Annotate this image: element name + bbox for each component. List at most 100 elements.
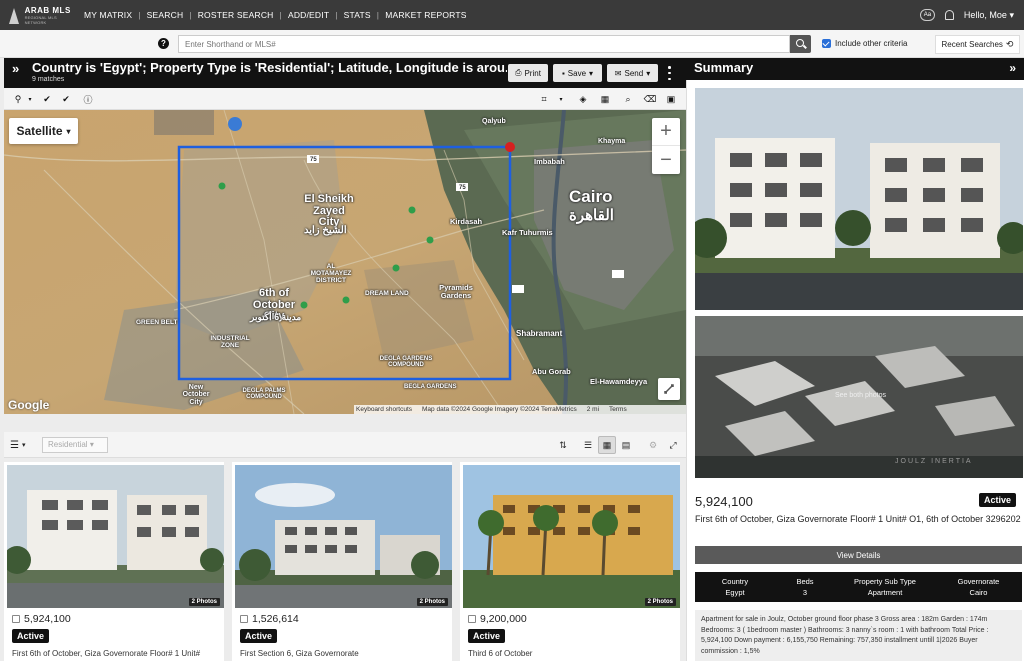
double-check-icon[interactable]: ✔ xyxy=(60,93,72,105)
expand-icon[interactable]: ⤢ xyxy=(664,436,682,454)
zoom-out-button[interactable]: − xyxy=(652,146,680,174)
map-data-credit: Map data ©2024 Google Imagery ©2024 Terr… xyxy=(422,406,577,413)
display-menu[interactable]: ☰ ▾ xyxy=(10,437,38,453)
document-icon[interactable]: ▤ xyxy=(617,436,635,454)
town-label: Imbabah xyxy=(534,157,565,166)
map-pin-icon[interactable]: ⚲ xyxy=(12,93,24,105)
status-badge: Active xyxy=(468,629,506,643)
summary-address: First 6th of October, Giza Governorate F… xyxy=(695,514,1021,524)
fact-label: Governorate xyxy=(957,577,1000,586)
listing-card[interactable]: 2 Photos 9,200,000 Active Third 6 of Oct… xyxy=(460,462,680,661)
brand-name: ARAB MLS xyxy=(24,5,71,15)
save-icon: ▪ xyxy=(561,68,565,78)
include-other-checkbox[interactable] xyxy=(822,39,831,48)
district-label: AL MOTAMAYEZ DISTRICT xyxy=(310,263,352,284)
list-view-icon[interactable]: ☰ xyxy=(579,436,597,454)
settings-icon[interactable]: ⚙ xyxy=(644,436,662,454)
save-button[interactable]: ▪ Save ▾ xyxy=(553,64,602,82)
search-input[interactable] xyxy=(178,35,790,53)
satellite-imagery xyxy=(4,110,686,414)
nav-market-reports[interactable]: MARKET REPORTS xyxy=(379,10,472,20)
road-number: 75 xyxy=(310,157,317,163)
history-icon: ⟲ xyxy=(1005,39,1014,49)
nav-search[interactable]: SEARCH xyxy=(141,10,190,20)
zoom-in-button[interactable]: + xyxy=(652,118,680,146)
summary-photo-main[interactable] xyxy=(695,88,1023,310)
caret-down-icon: ▾ xyxy=(589,68,594,78)
listing-photo[interactable]: 2 Photos xyxy=(463,465,680,608)
status-badge: Active xyxy=(12,629,50,643)
nav-right: Aa Hello, Moe ▾ xyxy=(919,0,1014,30)
caret-down-icon[interactable]: ▾ xyxy=(24,93,36,105)
zoom-search-icon[interactable]: ⌕ xyxy=(622,93,634,105)
caret-down-icon: ▾ xyxy=(89,440,94,449)
check-icon[interactable]: ✔ xyxy=(41,93,53,105)
include-other-criteria[interactable]: Include other criteria xyxy=(822,39,907,48)
print-button[interactable]: ⎙ Print xyxy=(508,64,548,82)
main-menu: MY MATRIX | SEARCH | ROSTER SEARCH | ADD/ED… xyxy=(78,10,473,20)
listing-price: 9,200,000 xyxy=(468,613,527,625)
listing-card[interactable]: 2 Photos 5,924,100 Active First 6th of O… xyxy=(4,462,224,661)
collapse-chevron-icon[interactable]: » xyxy=(12,61,19,76)
brand-logo[interactable]: ARAB MLS REGIONAL MLS NETWORK xyxy=(8,6,78,25)
fact-value: 3 xyxy=(802,588,808,597)
display-filter-select[interactable]: Residential ▾ xyxy=(42,437,108,453)
font-size-toggle[interactable]: Aa xyxy=(919,9,935,21)
save-map-icon[interactable]: ▣ xyxy=(665,93,677,105)
fact-value: Cairo xyxy=(969,588,988,597)
nav-add-edit[interactable]: ADD/EDIT xyxy=(282,10,335,20)
nav-roster-search[interactable]: ROSTER SEARCH xyxy=(192,10,280,20)
nav-stats[interactable]: STATS xyxy=(338,10,377,20)
recent-searches-button[interactable]: Recent Searches ⟲ xyxy=(935,35,1020,54)
collapse-chevron-icon[interactable]: » xyxy=(1009,61,1016,75)
grid-view-icon[interactable]: ▦ xyxy=(598,436,616,454)
town-label: New October City xyxy=(182,384,210,406)
select-checkbox[interactable] xyxy=(468,615,476,623)
summary-photo-secondary[interactable]: See both photos JOULZ INERTIA xyxy=(695,316,1023,478)
help-icon[interactable]: ? xyxy=(158,38,169,49)
criteria-title: Country is 'Egypt'; Property Type is 'Re… xyxy=(32,60,507,75)
listing-address: Third 6 of October xyxy=(468,649,533,658)
send-button[interactable]: ✉ Send ▾ xyxy=(607,64,658,82)
map-type-button[interactable]: Satellite ▾ xyxy=(9,118,78,144)
listing-photo[interactable]: 2 Photos xyxy=(7,465,224,608)
town-label: Kafr Tuhurmis xyxy=(502,228,553,237)
printer-icon: ⎙ xyxy=(515,68,522,77)
select-checkbox[interactable] xyxy=(12,615,20,623)
map-scale: 2 mi xyxy=(586,406,600,413)
map-icon[interactable]: ▦ xyxy=(599,93,611,105)
map-view[interactable]: 75 75 Cairo القاهرة El Sheikh Zayed City… xyxy=(4,110,686,414)
send-label: Send xyxy=(624,68,644,78)
fullscreen-icon[interactable] xyxy=(658,378,680,400)
summary-description: Apartment for sale in Joulz, October gro… xyxy=(695,610,1022,661)
road-number: 75 xyxy=(459,185,466,191)
listing-photo[interactable]: 2 Photos xyxy=(235,465,452,608)
view-details-button[interactable]: View Details xyxy=(695,546,1022,564)
town-label: Abu Gorab xyxy=(532,367,571,376)
search-button[interactable] xyxy=(790,35,811,53)
select-checkbox[interactable] xyxy=(240,615,248,623)
photo-count-badge: 2 Photos xyxy=(416,598,448,606)
price-value: 9,200,000 xyxy=(480,613,527,625)
more-options-icon[interactable] xyxy=(668,66,671,80)
fact-country: Country Egypt xyxy=(695,572,775,602)
sort-icon[interactable]: ⇅ xyxy=(554,436,572,454)
terms-link[interactable]: Terms xyxy=(609,406,627,413)
draw-shape-icon[interactable]: ⌗ xyxy=(538,93,550,105)
user-menu[interactable]: Hello, Moe ▾ xyxy=(964,10,1014,21)
nav-my-matrix[interactable]: MY MATRIX xyxy=(78,10,138,20)
summary-header: Summary » xyxy=(686,58,1024,80)
see-photos-link[interactable]: See both photos xyxy=(835,392,886,399)
bell-icon[interactable] xyxy=(944,10,954,20)
eraser-icon[interactable]: ⌫ xyxy=(644,93,657,105)
caret-down-icon[interactable]: ▾ xyxy=(555,93,567,105)
price-value: 1,526,614 xyxy=(252,613,299,625)
keyboard-shortcuts-link[interactable]: Keyboard shortcuts xyxy=(356,406,412,413)
info-icon[interactable]: ⓘ xyxy=(82,93,94,105)
listing-card[interactable]: 2 Photos 1,526,614 Active First Section … xyxy=(232,462,452,661)
layers-icon[interactable]: ◈ xyxy=(577,93,589,105)
district-label: BEGLA GARDENS xyxy=(404,384,457,390)
town-label: Shabramant xyxy=(516,329,563,338)
fact-value: Apartment xyxy=(867,588,903,597)
status-badge: Active xyxy=(240,629,278,643)
